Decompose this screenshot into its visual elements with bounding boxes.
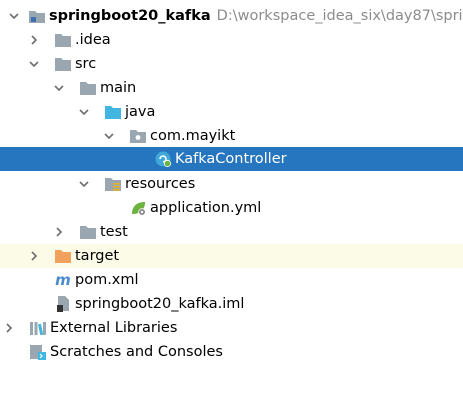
chevron-down-icon[interactable] — [8, 10, 20, 22]
spring-yml-icon — [129, 199, 147, 217]
folder-icon — [79, 79, 97, 97]
tree-node-label: pom.xml — [75, 272, 139, 288]
tree-node-label: target — [75, 248, 120, 264]
scratches-icon — [29, 343, 47, 361]
tree-node-label: java — [125, 104, 156, 120]
folder-icon — [79, 223, 97, 241]
tree-node-idea[interactable]: .idea — [0, 28, 463, 52]
chevron-down-icon[interactable] — [78, 178, 90, 190]
project-tree: springboot20_kafka D:\workspace_idea_six… — [0, 0, 463, 409]
tree-node-label: springboot20_kafka.iml — [75, 296, 245, 312]
chevron-down-icon[interactable] — [28, 58, 40, 70]
tree-node-kafka-controller[interactable]: KafkaController — [0, 147, 463, 171]
maven-icon: m — [54, 271, 72, 289]
resources-folder-icon — [104, 175, 122, 193]
tree-node-label: application.yml — [150, 200, 262, 216]
package-icon — [129, 127, 147, 145]
iml-file-icon — [54, 295, 72, 313]
spring-class-icon — [154, 150, 172, 168]
tree-node-test[interactable]: test — [0, 220, 463, 244]
tree-node-label: Scratches and Consoles — [50, 344, 223, 360]
chevron-down-icon[interactable] — [103, 130, 115, 142]
libraries-icon — [29, 319, 47, 337]
project-folder-icon — [28, 7, 46, 25]
chevron-right-icon[interactable] — [53, 226, 65, 238]
tree-node-label: .idea — [75, 32, 111, 48]
tree-node-label: External Libraries — [50, 320, 178, 336]
tree-node-iml[interactable]: springboot20_kafka.iml — [0, 292, 463, 316]
source-folder-icon — [104, 103, 122, 121]
tree-node-resources[interactable]: resources — [0, 172, 463, 196]
excluded-folder-icon — [54, 247, 72, 265]
project-name: springboot20_kafka — [49, 8, 211, 24]
project-path: D:\workspace_idea_six\day87\sprin — [216, 8, 463, 24]
chevron-down-icon[interactable] — [53, 82, 65, 94]
tree-node-label: KafkaController — [175, 151, 287, 167]
tree-node-label: main — [100, 80, 137, 96]
tree-node-label: com.mayikt — [150, 128, 236, 144]
folder-icon — [54, 55, 72, 73]
tree-node-label: test — [100, 224, 128, 240]
tree-node-application-yml[interactable]: application.yml — [0, 196, 463, 220]
tree-node-target[interactable]: target — [0, 244, 463, 268]
tree-node-project-root[interactable]: springboot20_kafka D:\workspace_idea_six… — [0, 4, 463, 28]
chevron-right-icon[interactable] — [28, 250, 40, 262]
tree-node-external-libraries[interactable]: External Libraries — [0, 316, 463, 340]
tree-node-label: src — [75, 56, 97, 72]
chevron-right-icon[interactable] — [3, 322, 15, 334]
chevron-right-icon[interactable] — [28, 34, 40, 46]
tree-node-pom[interactable]: m pom.xml — [0, 268, 463, 292]
tree-node-src[interactable]: src — [0, 52, 463, 76]
chevron-down-icon[interactable] — [78, 106, 90, 118]
tree-node-scratches[interactable]: Scratches and Consoles — [0, 340, 463, 364]
tree-node-label: resources — [125, 176, 196, 192]
tree-node-java[interactable]: java — [0, 100, 463, 124]
folder-icon — [54, 31, 72, 49]
tree-node-main[interactable]: main — [0, 76, 463, 100]
tree-node-package[interactable]: com.mayikt — [0, 124, 463, 148]
svg-text:m: m — [55, 271, 71, 289]
